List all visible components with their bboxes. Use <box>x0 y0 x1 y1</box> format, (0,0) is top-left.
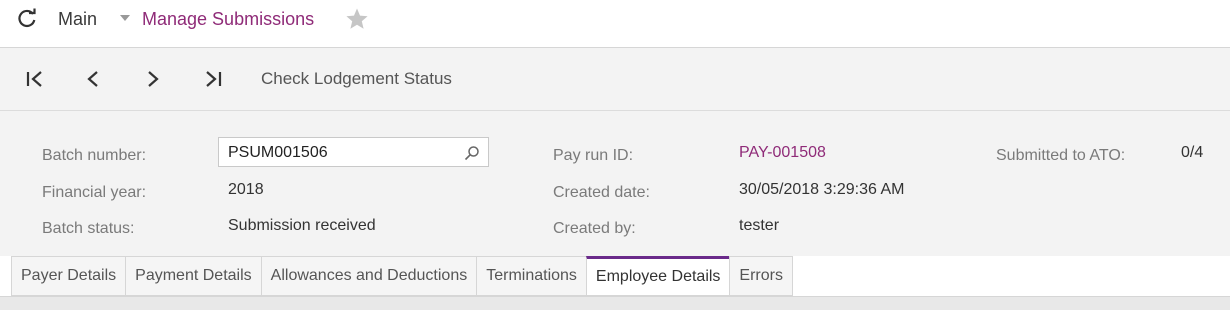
submitted-to-ato-label: Submitted to ATO: <box>996 147 1126 164</box>
tab-payer-details[interactable]: Payer Details <box>11 256 126 296</box>
star-icon[interactable] <box>345 7 369 31</box>
check-lodgement-status-button[interactable]: Check Lodgement Status <box>261 69 452 89</box>
last-record-icon[interactable] <box>202 68 224 90</box>
financial-year-label: Financial year: <box>42 184 147 201</box>
batch-number-input[interactable]: PSUM001506 <box>218 137 489 167</box>
tab-terminations[interactable]: Terminations <box>476 256 586 296</box>
submitted-to-ato-value: 0/4 <box>1181 144 1204 161</box>
previous-record-icon[interactable] <box>82 68 104 90</box>
created-by-label: Created by: <box>553 220 636 237</box>
screen-title[interactable]: Manage Submissions <box>142 9 314 30</box>
created-by-value: tester <box>739 217 780 234</box>
next-record-icon[interactable] <box>142 68 164 90</box>
batch-number-value[interactable]: PSUM001506 <box>228 144 328 162</box>
tab-bar: Payer Details Payment Details Allowances… <box>11 256 793 296</box>
toolbar: Check Lodgement Status <box>0 48 1230 111</box>
batch-status-value: Submission received <box>228 217 376 234</box>
created-date-value: 30/05/2018 3:29:36 AM <box>739 181 905 198</box>
pay-run-id-label: Pay run ID: <box>553 147 634 164</box>
tab-employee-details[interactable]: Employee Details <box>585 256 730 296</box>
refresh-icon[interactable] <box>16 8 38 30</box>
caret-down-icon[interactable] <box>119 13 131 23</box>
search-icon[interactable] <box>464 145 480 161</box>
tab-content-area <box>0 296 1230 310</box>
batch-number-label: Batch number: <box>42 147 147 164</box>
breadcrumb-main[interactable]: Main <box>58 9 97 30</box>
created-date-label: Created date: <box>553 184 650 201</box>
tab-errors[interactable]: Errors <box>729 256 793 296</box>
tab-allowances-and-deductions[interactable]: Allowances and Deductions <box>260 256 477 296</box>
batch-status-label: Batch status: <box>42 220 135 237</box>
pay-run-id-link[interactable]: PAY-001508 <box>739 144 826 162</box>
financial-year-value: 2018 <box>228 181 264 198</box>
summary-form: Batch number: PSUM001506 Financial year:… <box>0 111 1230 256</box>
title-bar: Main Manage Submissions <box>0 0 1230 48</box>
first-record-icon[interactable] <box>24 68 46 90</box>
tab-payment-details[interactable]: Payment Details <box>125 256 261 296</box>
